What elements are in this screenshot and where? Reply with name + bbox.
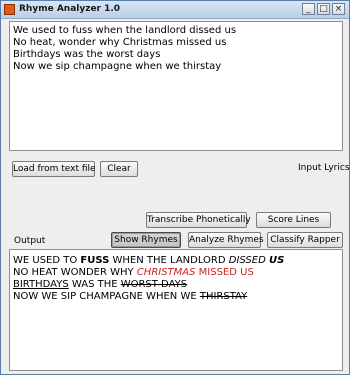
analyze-rhymes-button[interactable]: Analyze Rhymes [188, 232, 264, 248]
output-text: NOW WE SIP CHAMPAGNE WHEN WE [13, 291, 200, 302]
minimize-button[interactable]: _ [302, 3, 315, 15]
rhyme-highlight: THIRSTAY [199, 291, 248, 302]
input-line: We used to fuss when the landlord dissed… [13, 25, 237, 36]
output-text: WHEN THE LANDLORD [109, 255, 229, 266]
output-line: BIRTHDAYS WAS THE WORST DAYS [10, 279, 342, 291]
title-bar[interactable]: Rhyme Analyzer 1.0 _ □ × [1, 1, 349, 19]
input-line: Now we sip champagne when we thirstay [13, 61, 222, 72]
rhyme-highlight: BIRTHDAYS [13, 279, 69, 290]
rhyme-highlight: US [268, 255, 285, 266]
app-window: Rhyme Analyzer 1.0 _ □ × We used to fuss… [0, 0, 350, 375]
rhyme-highlight: DISSED [228, 255, 266, 266]
output-textarea[interactable]: WE USED TO FUSS WHEN THE LANDLORD DISSED… [9, 249, 343, 371]
input-lyrics-textarea[interactable]: We used to fuss when the landlord dissed… [9, 21, 343, 151]
classify-rapper-button[interactable]: Classify Rapper [267, 232, 343, 248]
output-text: WE USED TO [13, 255, 81, 266]
transcribe-button[interactable]: Transcribe Phonetically [146, 212, 251, 228]
window-title: Rhyme Analyzer 1.0 [19, 4, 121, 14]
input-line: No heat, wonder why Christmas missed us [13, 37, 227, 48]
app-icon [4, 4, 15, 15]
output-text: NO HEAT WONDER WHY [13, 267, 137, 278]
output-label: Output [14, 236, 46, 246]
maximize-button[interactable]: □ [317, 3, 330, 15]
score-lines-button[interactable]: Score Lines [256, 212, 331, 228]
show-rhymes-button[interactable]: Show Rhymes [111, 232, 181, 248]
rhyme-highlight: CHRISTMAS [136, 267, 196, 278]
output-line: NO HEAT WONDER WHY CHRISTMAS MISSED US [10, 267, 342, 279]
input-line: Birthdays was the worst days [13, 49, 161, 60]
load-file-button[interactable]: Load from text file [12, 161, 96, 177]
rhyme-highlight: FUSS [80, 255, 110, 266]
output-line: WE USED TO FUSS WHEN THE LANDLORD DISSED… [10, 255, 342, 267]
rhyme-highlight: MISSED US [195, 267, 254, 278]
clear-button[interactable]: Clear [100, 161, 138, 177]
input-lyrics-label: Input Lyrics [298, 163, 350, 173]
output-line: NOW WE SIP CHAMPAGNE WHEN WE THIRSTAY [10, 291, 342, 303]
close-button[interactable]: × [332, 3, 345, 15]
output-text: WAS THE [68, 279, 121, 290]
rhyme-highlight: WORST DAYS [120, 279, 188, 290]
